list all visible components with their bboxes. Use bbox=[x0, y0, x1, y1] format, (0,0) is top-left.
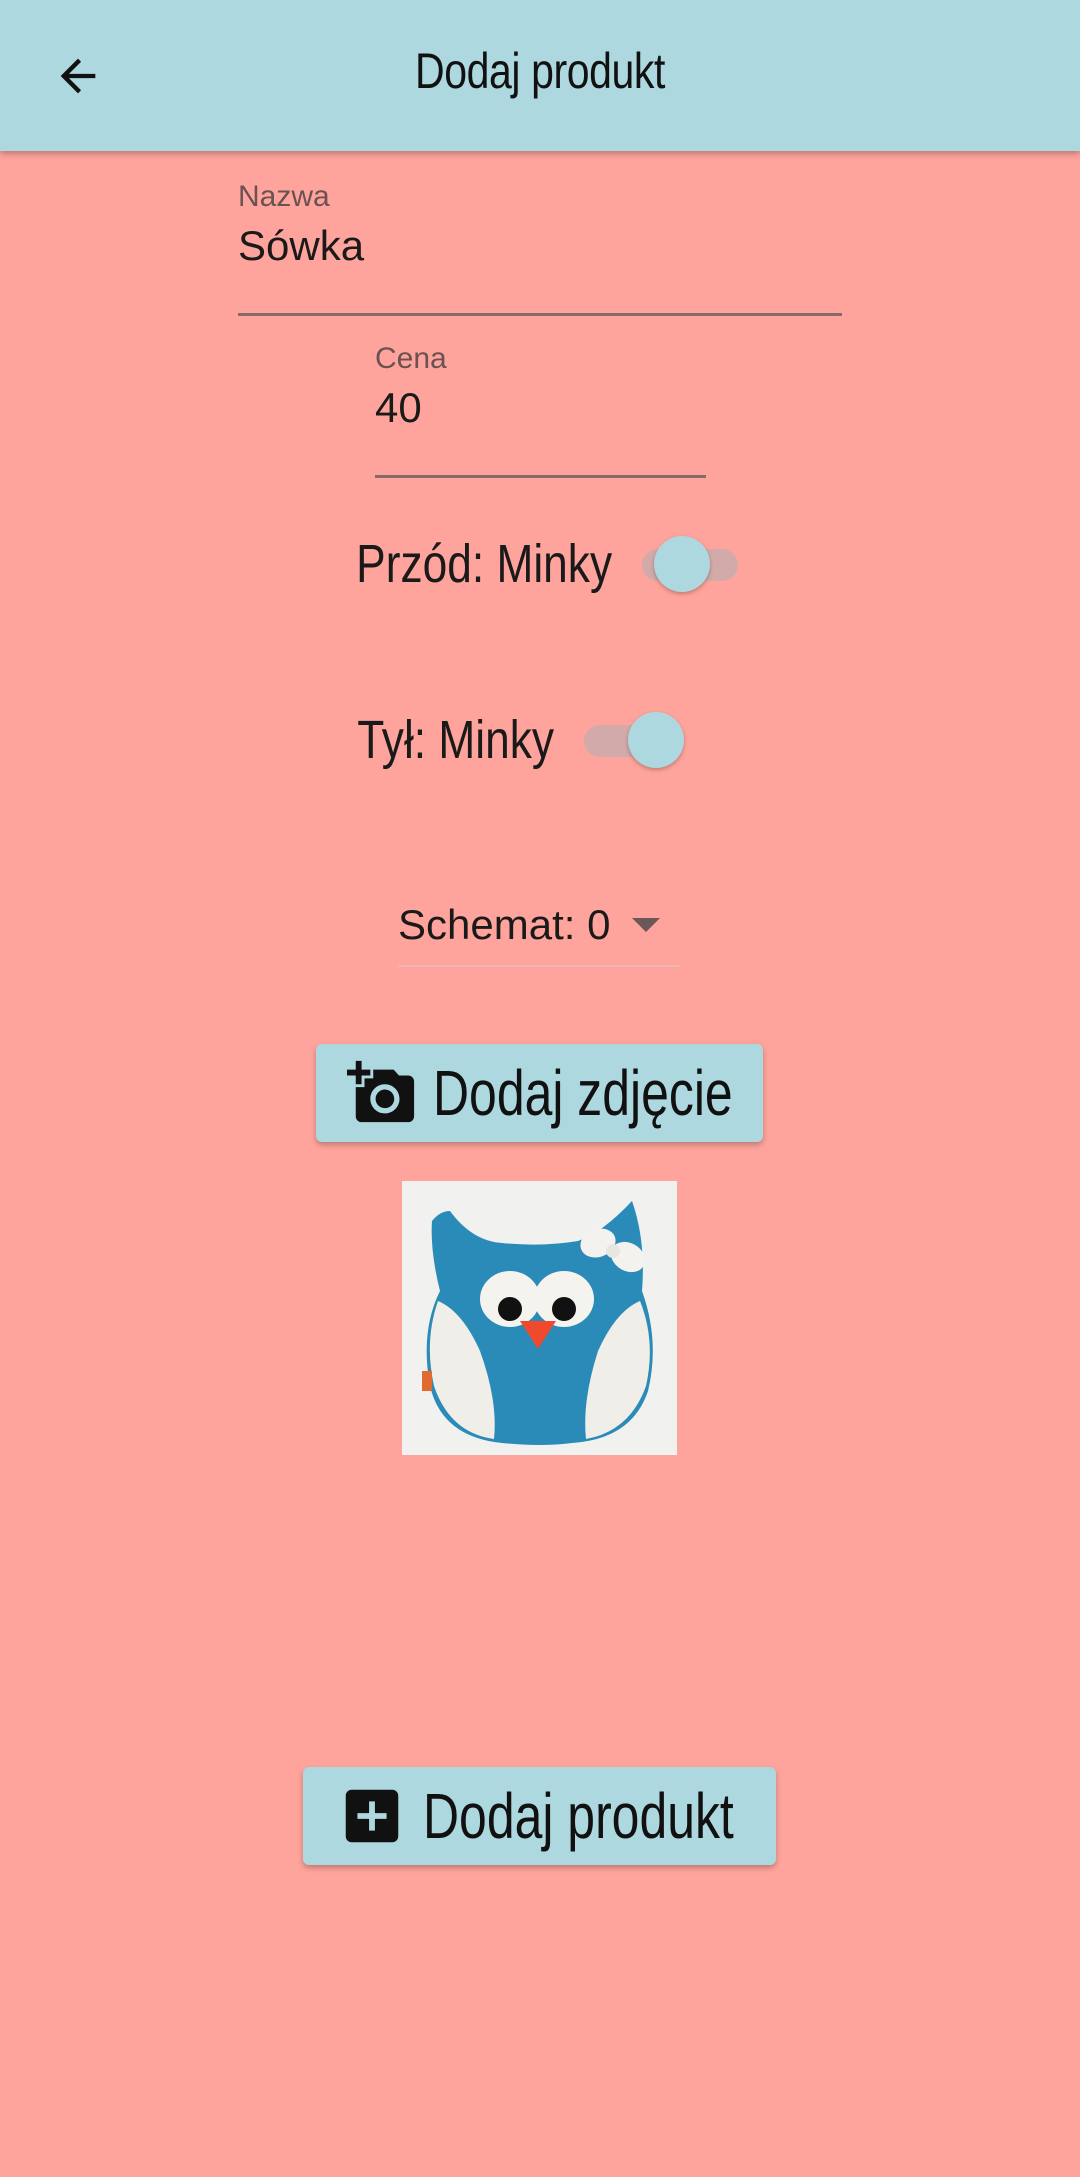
product-photo bbox=[402, 1181, 677, 1455]
front-fabric-toggle[interactable] bbox=[642, 534, 739, 594]
price-field-underline bbox=[375, 475, 706, 478]
price-field[interactable]: Cena 40 bbox=[375, 342, 706, 478]
back-fabric-row: Tył: Minky bbox=[300, 710, 684, 770]
name-field-underline bbox=[238, 313, 842, 316]
price-field-value[interactable]: 40 bbox=[375, 384, 706, 432]
front-fabric-row: Przód: Minky bbox=[300, 534, 739, 594]
dropdown-arrow-icon bbox=[632, 918, 661, 932]
owl-image bbox=[402, 1181, 677, 1455]
add-box-icon bbox=[345, 1789, 398, 1843]
arrow-back-icon bbox=[60, 58, 96, 94]
add-photo-label: Dodaj zdjęcie bbox=[432, 1057, 733, 1129]
add-a-photo-icon bbox=[346, 1060, 414, 1123]
price-field-label: Cena bbox=[375, 342, 447, 375]
page-title: Dodaj produkt bbox=[415, 43, 665, 99]
back-fabric-label: Tył: Minky bbox=[357, 710, 554, 770]
add-photo-button[interactable]: Dodaj zdjęcie bbox=[316, 1044, 763, 1142]
app-bar: Dodaj produkt bbox=[0, 0, 1080, 151]
back-fabric-toggle[interactable] bbox=[584, 710, 684, 770]
submit-product-button[interactable]: Dodaj produkt bbox=[303, 1767, 776, 1865]
schema-dropdown-value: Schemat: 0 bbox=[398, 901, 611, 948]
name-field-value[interactable]: Sówka bbox=[238, 222, 842, 270]
schema-dropdown[interactable]: Schemat: 0 bbox=[398, 885, 680, 967]
toggle-thumb bbox=[628, 712, 684, 768]
front-fabric-label: Przód: Minky bbox=[356, 534, 613, 594]
name-field-label: Nazwa bbox=[238, 180, 330, 213]
toggle-thumb bbox=[654, 536, 710, 592]
name-field[interactable]: Nazwa Sówka bbox=[238, 180, 842, 316]
submit-product-label: Dodaj produkt bbox=[422, 1780, 734, 1852]
